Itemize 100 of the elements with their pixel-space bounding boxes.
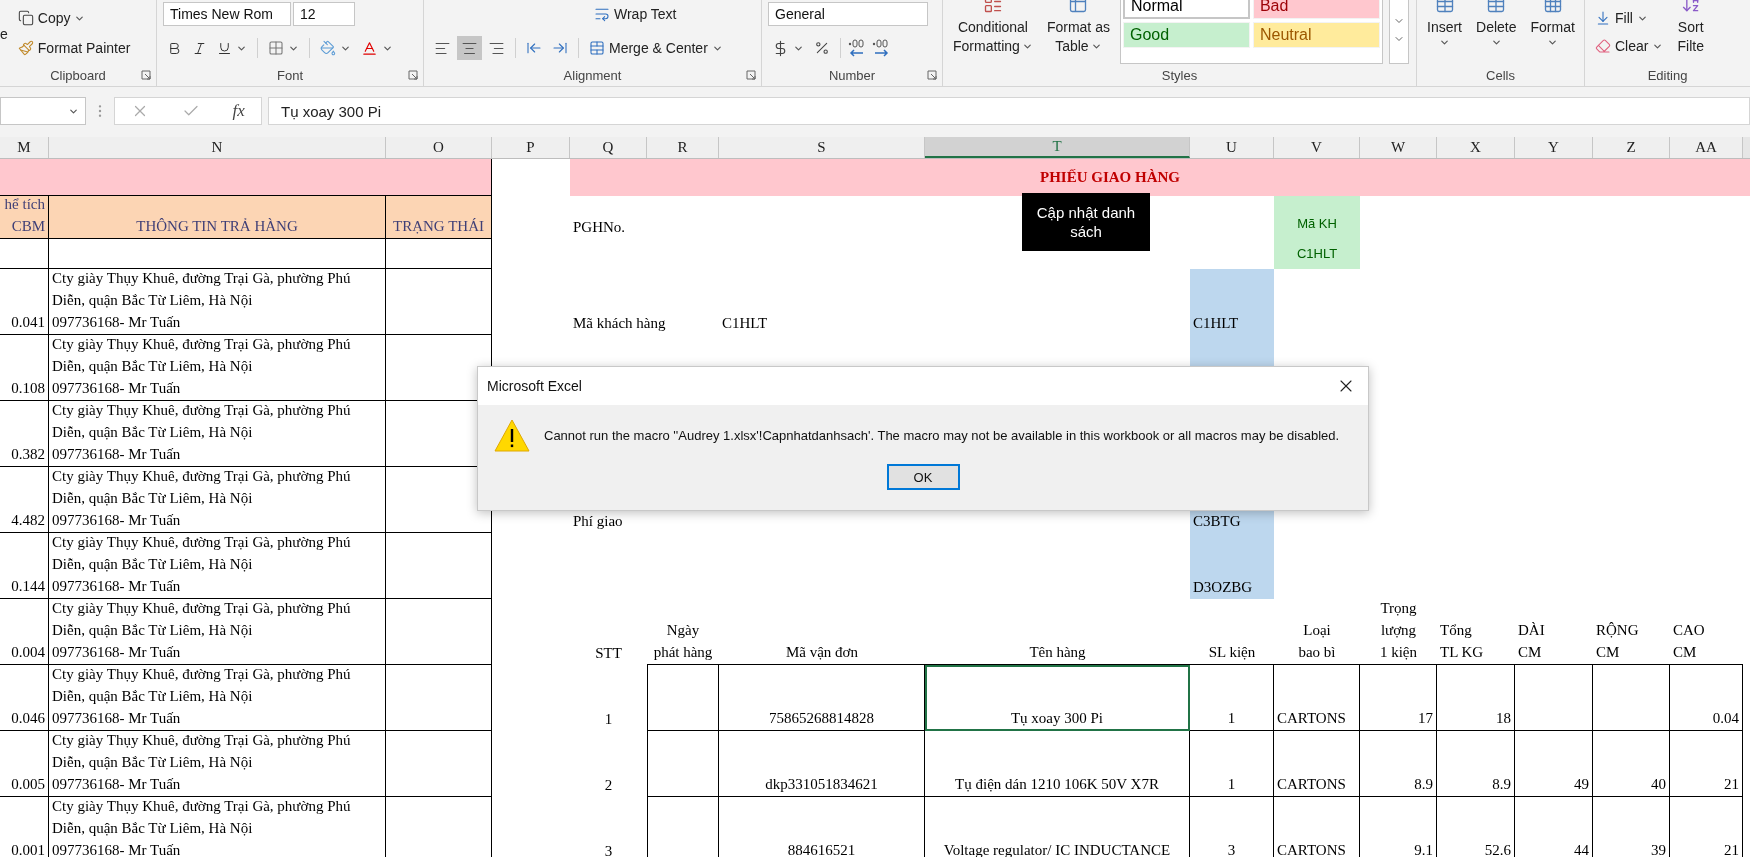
copy-button[interactable]: Copy <box>13 6 135 30</box>
paste-label[interactable]: e <box>0 26 8 64</box>
sheet-title: PHIẾU GIAO HÀNG <box>570 159 1750 196</box>
format-painter-button[interactable]: Format Painter <box>13 36 135 60</box>
table-cell-text: 2 <box>603 776 614 795</box>
table-cell: 0.041 <box>0 269 49 335</box>
group-label: Clipboard <box>50 67 106 83</box>
column-title: Mã vận đơn <box>719 599 925 665</box>
table-cell: 8.9 <box>1437 731 1515 797</box>
paint-bucket-icon <box>320 40 336 56</box>
number-format-field[interactable]: General <box>768 2 928 26</box>
font-color-icon <box>361 39 378 57</box>
column-title: CAO CM <box>1670 599 1743 665</box>
insert-function-button[interactable]: fx <box>232 101 245 121</box>
column-header[interactable]: R <box>647 137 719 158</box>
font-name-field[interactable]: Times New Rom <box>163 2 291 26</box>
column-title: DÀI CM <box>1515 599 1593 665</box>
column-header[interactable]: W <box>1360 137 1437 158</box>
table-cell: Cty giày Thụy Khuê, đường Trại Gà, phường Phú Diễn, quận Bắc Từ Liêm, Hà Nội 097736168- Mr Tuấn <box>49 335 386 401</box>
group-label: Number <box>828 67 876 83</box>
cells-button[interactable]: Insert <box>1423 0 1466 64</box>
cells-icon <box>1486 0 1507 14</box>
bold-icon <box>167 40 182 56</box>
column-title: Loại bao bì <box>1274 599 1360 665</box>
table-cell: Cty giày Thụy Khuê, đường Trại Gà, phường Phú Diễn, quận Bắc Từ Liêm, Hà Nội 097736168- Mr Tuấn <box>49 533 386 599</box>
table-cell: 0.001 <box>0 797 49 857</box>
ok-button[interactable]: OK <box>886 464 960 490</box>
column-title: Trọng lượng 1 kiện <box>1360 599 1437 665</box>
column-header[interactable]: P <box>492 137 570 158</box>
italic-icon <box>192 40 207 56</box>
table-cell: 4.482 <box>0 467 49 533</box>
column-header[interactable]: AA <box>1670 137 1743 158</box>
cells-button[interactable]: Delete <box>1472 0 1521 64</box>
column-header[interactable]: Q <box>570 137 647 158</box>
column-header[interactable]: O <box>386 137 492 158</box>
align-button[interactable] <box>457 36 482 60</box>
column-header[interactable]: M <box>0 137 49 158</box>
field-label: Mã khách hàng <box>572 314 667 333</box>
wrap-text-button[interactable]: Wrap Text <box>590 2 681 26</box>
clear-button[interactable]: Clear <box>1591 34 1668 58</box>
merge-cells-icon <box>589 40 605 56</box>
column-header[interactable]: Y <box>1515 137 1593 158</box>
caret-icon <box>1490 37 1502 48</box>
table-cell: CARTONS <box>1274 731 1360 797</box>
merge-center-button[interactable]: Merge & Center <box>585 36 727 60</box>
table-cell: Cty giày Thụy Khuê, đường Trại Gà, phường Phú Diễn, quận Bắc Từ Liêm, Hà Nội 097736168- Mr Tuấn <box>49 467 386 533</box>
copy-icon <box>17 10 34 26</box>
fill-button[interactable]: Fill <box>1591 6 1668 30</box>
eraser-icon <box>1595 38 1611 54</box>
percent-icon <box>814 40 830 56</box>
table-cell: 21 <box>1670 797 1743 857</box>
field-label: Phí giao <box>572 512 624 531</box>
sort-filter-button[interactable]: Sort Filte <box>1673 0 1708 64</box>
caret-icon <box>1090 41 1102 52</box>
cells-icon <box>1542 0 1563 14</box>
table-cell: 1 <box>1190 665 1274 731</box>
column-title: TRẠNG THÁI <box>386 196 492 239</box>
column-header[interactable]: V <box>1274 137 1360 158</box>
dialog-launcher-icon[interactable] <box>746 70 756 80</box>
table-cell: 0.005 <box>0 731 49 797</box>
code-cell-text: D3OZBG <box>1192 578 1254 597</box>
table-cell: 8.9 <box>1360 731 1437 797</box>
table-cell: 0.04 <box>1670 665 1743 731</box>
table-cell: 49 <box>1515 731 1593 797</box>
cell-style[interactable]: Good <box>1122 22 1250 48</box>
column-header[interactable]: U <box>1190 137 1274 158</box>
table-cell: 0.382 <box>0 401 49 467</box>
update-list-button[interactable]: Cập nhật danh sách <box>1022 193 1150 251</box>
cell-style[interactable]: Neutral <box>1252 22 1380 48</box>
table-cell: Cty giày Thụy Khuê, đường Trại Gà, phường Phú Diễn, quận Bắc Từ Liêm, Hà Nội 097736168- Mr Tuấn <box>49 665 386 731</box>
table-cell: 0.144 <box>0 533 49 599</box>
table-cell: CARTONS <box>1274 665 1360 731</box>
dialog-launcher-icon[interactable] <box>408 70 418 80</box>
decrease-indent-icon <box>526 40 542 56</box>
formula-input[interactable]: Tụ xoay 300 Pi <box>268 97 1750 125</box>
group-label: Styles <box>1161 67 1198 83</box>
cell-style[interactable]: Bad <box>1252 0 1380 19</box>
cell-style[interactable]: Normal <box>1122 0 1250 19</box>
dialog-title: Microsoft Excel <box>487 378 582 394</box>
warning-icon <box>494 419 530 452</box>
group-label: Editing <box>1647 67 1688 83</box>
group-label: Cells <box>1486 67 1515 83</box>
dialog-launcher-icon[interactable] <box>927 70 937 80</box>
conditional-formatting-button[interactable]: Conditional Formatting <box>949 0 1037 64</box>
column-header[interactable]: T <box>925 137 1190 158</box>
table-cell: 884616521 <box>719 797 925 857</box>
table-cell: Cty giày Thụy Khuê, đường Trại Gà, phường Phú Diễn, quận Bắc Từ Liêm, Hà Nội 097736168- Mr Tuấn <box>49 731 386 797</box>
dialog-launcher-icon[interactable] <box>141 70 151 80</box>
column-header[interactable]: X <box>1437 137 1515 158</box>
column-header[interactable]: S <box>719 137 925 158</box>
column-header[interactable]: N <box>49 137 386 158</box>
font-size-field[interactable]: 12 <box>293 2 355 26</box>
format-as-table-button[interactable]: Format as Table <box>1042 0 1114 64</box>
table-cell: 21 <box>1670 731 1743 797</box>
wrap-text-icon <box>594 6 610 22</box>
caret-icon <box>1021 41 1033 52</box>
group-label: Font <box>277 67 303 83</box>
cells-button[interactable]: Format <box>1526 0 1579 64</box>
column-header[interactable]: Z <box>1593 137 1670 158</box>
table-icon <box>1068 0 1089 14</box>
